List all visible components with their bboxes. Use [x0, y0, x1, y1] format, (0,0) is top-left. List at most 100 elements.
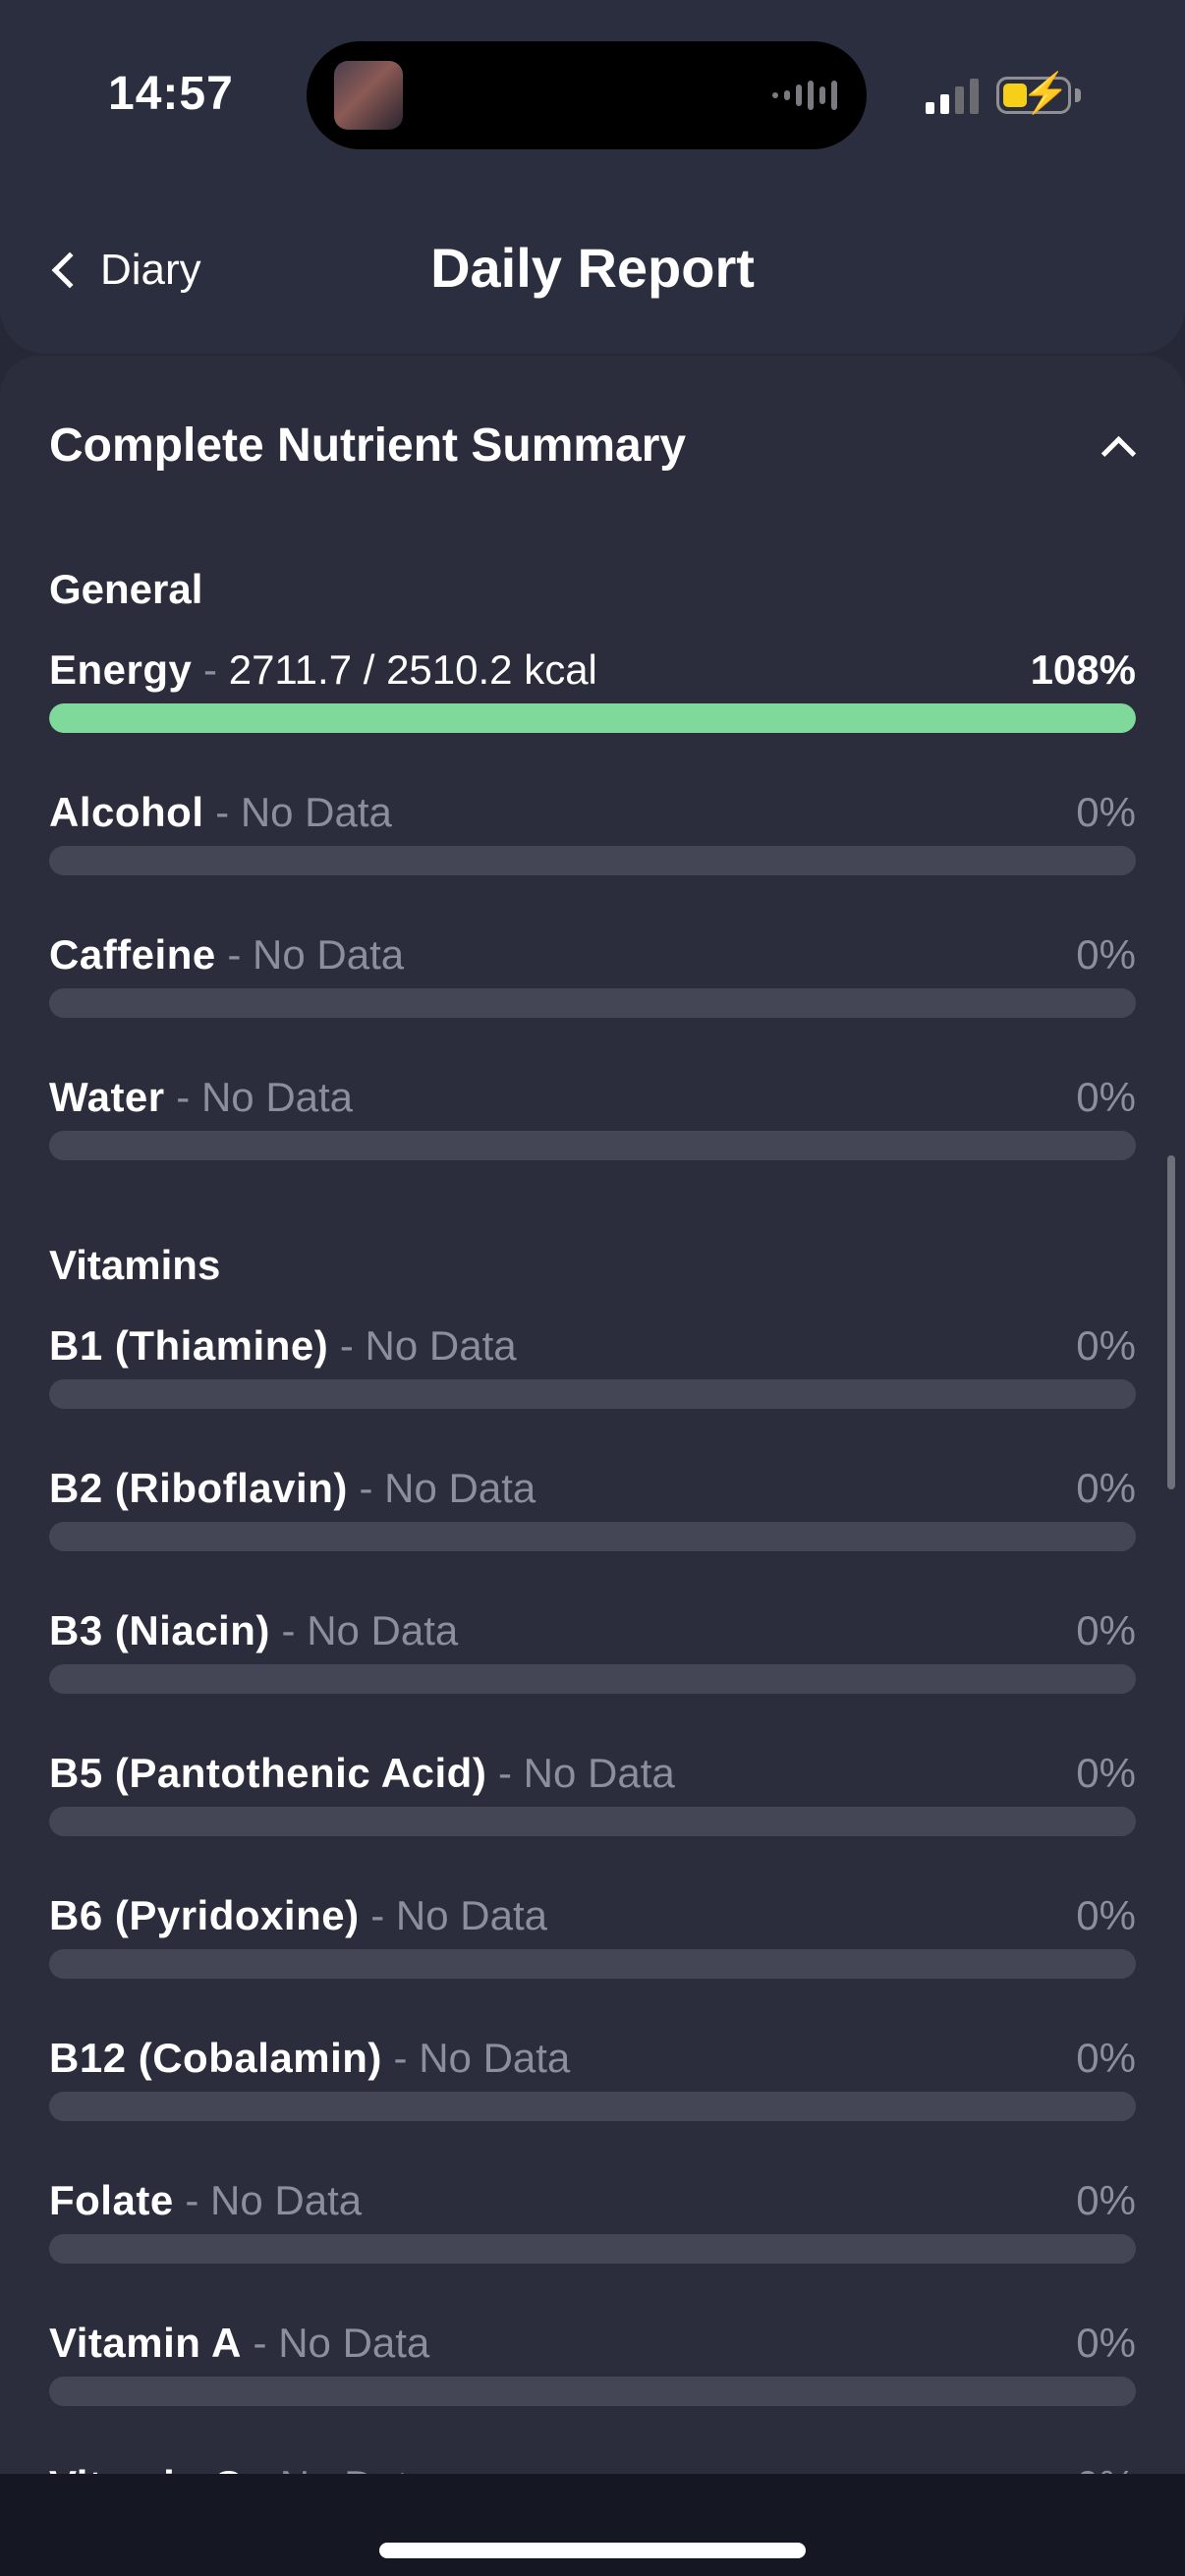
nutrient-label: Vitamin A - No Data — [49, 2320, 429, 2367]
chevron-up-icon[interactable] — [1100, 427, 1136, 463]
nutrient-value: No Data — [253, 931, 405, 978]
nutrient-row-header: Vitamin A - No Data 0% — [49, 2318, 1136, 2369]
nutrient-row[interactable]: B12 (Cobalamin) - No Data 0% — [49, 2033, 1136, 2121]
nutrient-value: No Data — [210, 2177, 363, 2223]
nutrient-row-header: Water - No Data 0% — [49, 1072, 1136, 1123]
nutrient-label: B3 (Niacin) - No Data — [49, 1607, 458, 1654]
nutrient-row[interactable]: Folate - No Data 0% — [49, 2175, 1136, 2264]
nutrient-label: B12 (Cobalamin) - No Data — [49, 2035, 570, 2082]
now-playing-artwork — [334, 61, 403, 130]
nutrient-separator: - — [359, 1892, 396, 1938]
nutrient-row[interactable]: B6 (Pyridoxine) - No Data 0% — [49, 1890, 1136, 1979]
home-indicator[interactable] — [379, 2543, 806, 2558]
progress-bar — [49, 1379, 1136, 1409]
nutrient-percent: 0% — [1076, 1607, 1136, 1653]
nutrient-value: No Data — [278, 2320, 430, 2366]
nutrient-percent: 0% — [1076, 931, 1136, 978]
nutrient-row[interactable]: B3 (Niacin) - No Data 0% — [49, 1605, 1136, 1694]
nutrient-value: No Data — [523, 1750, 675, 1796]
scrollbar[interactable] — [1167, 1155, 1175, 1489]
dynamic-island[interactable] — [307, 41, 867, 149]
nutrient-row-header: Energy - 2711.7 / 2510.2 kcal 108% — [49, 644, 1136, 696]
charging-bolt-icon: ⚡ — [1021, 72, 1070, 115]
nutrient-row-header: B12 (Cobalamin) - No Data 0% — [49, 2033, 1136, 2084]
nutrient-separator: - — [164, 1074, 201, 1120]
progress-bar — [49, 846, 1136, 875]
nutrient-name: B2 (Riboflavin) — [49, 1465, 348, 1511]
progress-bar — [49, 2092, 1136, 2121]
nutrient-row[interactable]: Caffeine - No Data 0% — [49, 929, 1136, 1018]
nutrient-row-header: B1 (Thiamine) - No Data 0% — [49, 1320, 1136, 1372]
nutrient-label: B6 (Pyridoxine) - No Data — [49, 1892, 547, 1939]
nutrient-row[interactable]: Energy - 2711.7 / 2510.2 kcal 108% — [49, 644, 1136, 733]
nutrient-label: Energy - 2711.7 / 2510.2 kcal — [49, 646, 597, 694]
nutrient-value: No Data — [307, 1607, 459, 1653]
nutrient-value: No Data — [419, 2035, 571, 2081]
nutrient-row[interactable]: Water - No Data 0% — [49, 1072, 1136, 1160]
progress-bar — [49, 1131, 1136, 1160]
nutrient-value: No Data — [240, 789, 392, 835]
top-bar: 14:57 ⚡ Diary Daily Report — [0, 0, 1185, 354]
progress-bar — [49, 703, 1136, 733]
nutrient-row[interactable]: Vitamin A - No Data 0% — [49, 2318, 1136, 2406]
nutrient-name: B3 (Niacin) — [49, 1607, 270, 1653]
screen: 14:57 ⚡ Diary Daily Report Complete Nutr… — [0, 0, 1185, 2576]
section-title: Vitamins — [49, 1242, 221, 1288]
nutrient-value: No Data — [384, 1465, 536, 1511]
nutrient-percent: 0% — [1076, 2320, 1136, 2366]
nutrient-label: Folate - No Data — [49, 2177, 362, 2224]
nutrient-name: Water — [49, 1074, 165, 1120]
nutrient-row[interactable]: Alcohol - No Data 0% — [49, 787, 1136, 875]
nutrient-name: Caffeine — [49, 931, 216, 978]
progress-bar-fill — [49, 703, 1136, 733]
nutrient-name: Vitamin A — [49, 2320, 242, 2366]
nutrient-percent: 0% — [1076, 2035, 1136, 2081]
nutrient-name: Alcohol — [49, 789, 204, 835]
card-header[interactable]: Complete Nutrient Summary — [49, 411, 1136, 479]
nutrient-percent: 0% — [1076, 1465, 1136, 1511]
audio-waveform-icon — [772, 79, 837, 112]
nutrient-row-header: B5 (Pantothenic Acid) - No Data 0% — [49, 1748, 1136, 1799]
nutrient-percent: 0% — [1076, 1322, 1136, 1369]
card-title: Complete Nutrient Summary — [49, 419, 687, 472]
nutrient-separator: - — [486, 1750, 524, 1796]
nutrient-value: No Data — [365, 1322, 517, 1369]
nutrient-row[interactable]: B2 (Riboflavin) - No Data 0% — [49, 1463, 1136, 1551]
nutrient-separator: - — [381, 2035, 420, 2081]
nutrient-label: Water - No Data — [49, 1074, 353, 1121]
nutrient-name: Energy — [49, 646, 193, 693]
nutrient-value: No Data — [395, 1892, 547, 1938]
nutrient-label: Alcohol - No Data — [49, 789, 392, 836]
nutrient-name: B6 (Pyridoxine) — [49, 1892, 360, 1938]
nutrient-separator: - — [203, 789, 241, 835]
nutrient-separator: - — [269, 1607, 308, 1653]
nutrient-row[interactable]: B1 (Thiamine) - No Data 0% — [49, 1320, 1136, 1409]
status-time: 14:57 — [108, 68, 234, 120]
nutrient-summary-card: Complete Nutrient Summary General Energy … — [0, 356, 1185, 2548]
battery-icon: ⚡ — [996, 72, 1071, 115]
nutrient-name: Folate — [49, 2177, 174, 2223]
progress-bar — [49, 1807, 1136, 1836]
section-title: General — [49, 566, 203, 612]
nutrient-percent: 0% — [1076, 1074, 1136, 1120]
nutrient-separator: - — [192, 646, 229, 693]
nutrient-separator: - — [173, 2177, 211, 2223]
nutrient-name: B1 (Thiamine) — [49, 1322, 329, 1369]
nutrient-separator: - — [241, 2320, 279, 2366]
nutrient-name: B12 (Cobalamin) — [49, 2035, 382, 2081]
progress-bar — [49, 1522, 1136, 1551]
bottom-bar — [0, 2474, 1185, 2576]
cellular-signal-icon — [926, 79, 979, 114]
battery-nub — [1075, 88, 1081, 102]
nutrient-row-header: Caffeine - No Data 0% — [49, 929, 1136, 980]
nutrient-value: 2711.7 / 2510.2 kcal — [228, 646, 597, 693]
nutrient-row[interactable]: B5 (Pantothenic Acid) - No Data 0% — [49, 1748, 1136, 1836]
nutrient-percent: 0% — [1076, 1750, 1136, 1796]
nutrient-name: B5 (Pantothenic Acid) — [49, 1750, 487, 1796]
progress-bar — [49, 1664, 1136, 1694]
nutrient-value: No Data — [200, 1074, 354, 1120]
nutrient-label: B2 (Riboflavin) - No Data — [49, 1465, 536, 1512]
nutrient-row-header: Alcohol - No Data 0% — [49, 787, 1136, 838]
progress-bar — [49, 2234, 1136, 2264]
nutrient-separator: - — [328, 1322, 366, 1369]
